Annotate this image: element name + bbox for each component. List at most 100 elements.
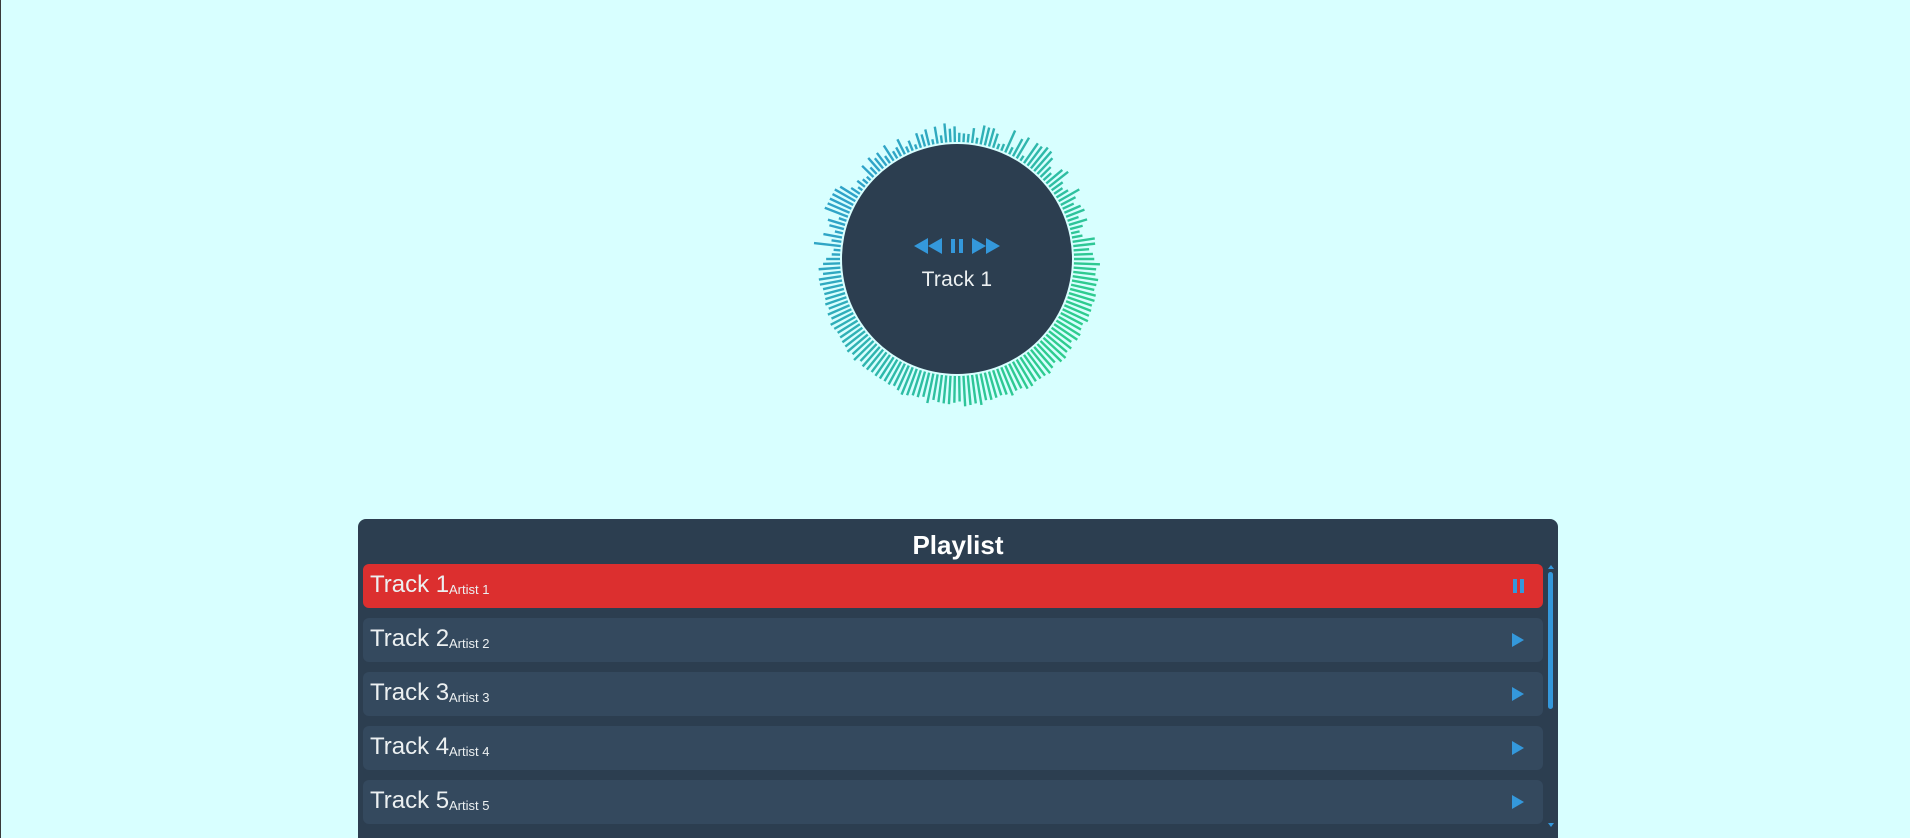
visualizer-bar	[822, 283, 845, 291]
visualizer-bar	[1064, 299, 1092, 313]
scroll-up-arrow-icon[interactable]	[1547, 564, 1555, 570]
track-title: Track 3	[370, 679, 450, 706]
visualizer-bar	[1018, 155, 1025, 163]
visualizer-bar	[995, 367, 1008, 395]
visualizer-bar	[827, 303, 851, 316]
player-disc: Track 1	[842, 144, 1072, 374]
playlist-title: Playlist	[912, 530, 1004, 560]
playlist-track-row[interactable]: Track 4 Artist 4	[363, 726, 1543, 770]
visualizer-bar	[1071, 274, 1099, 282]
pause-icon	[1513, 579, 1524, 593]
visualizer-bar	[1072, 252, 1093, 256]
visualizer-bar	[943, 123, 948, 144]
track-artist: Artist 1	[449, 582, 490, 597]
previous-button[interactable]	[914, 236, 942, 256]
visualizer-bar	[834, 230, 845, 235]
scroll-down-arrow-icon[interactable]	[1547, 822, 1555, 828]
visualizer-bar	[1070, 234, 1083, 239]
visualizer-bar	[1072, 266, 1097, 271]
visualizer-bar	[932, 373, 939, 401]
track-play-button[interactable]	[1510, 685, 1526, 703]
playlist-panel: Playlist Track 1 Artist 1 Track 2 Artist 2 T…	[358, 519, 1558, 838]
fast-forward-icon	[972, 238, 1000, 254]
visualizer-bar	[813, 241, 842, 248]
visualizer-bar	[931, 139, 935, 146]
visualizer-bar	[866, 175, 873, 182]
track-title: Track 1	[370, 571, 450, 598]
visualizer-bar	[905, 367, 919, 396]
visualizer-bar	[857, 186, 864, 192]
visualizer-bar	[948, 128, 952, 144]
track-title: Track 4	[370, 733, 450, 760]
music-player-page: Track 1 Playlist Track 1 Artist 1 Track 2A…	[0, 0, 1910, 838]
visualizer-bar	[999, 143, 1006, 153]
visualizer-bar	[891, 150, 899, 160]
playlist-track-row[interactable]: Track 3 Artist 3	[363, 672, 1543, 716]
visualizer-bar	[827, 202, 851, 215]
visualizer-bar	[1068, 224, 1083, 231]
play-icon	[1512, 795, 1524, 809]
visualizer-bar	[819, 279, 844, 286]
visualizer-bar	[823, 232, 844, 239]
track-play-button[interactable]	[1510, 739, 1526, 757]
pause-icon	[951, 239, 963, 253]
visualizer-bar	[1072, 248, 1090, 252]
visualizer-bar	[830, 307, 853, 320]
visualizer-bar	[1007, 146, 1014, 156]
track-pause-button[interactable]	[1510, 577, 1526, 595]
visualizer-bar	[823, 262, 842, 266]
track-artist: Artist 3	[449, 690, 490, 705]
visualizer-bar	[1072, 242, 1096, 248]
play-pause-button[interactable]	[950, 236, 964, 256]
visualizer-bar	[939, 135, 944, 145]
visualizer-bar	[907, 140, 915, 153]
track-artist: Artist 2	[449, 636, 490, 651]
visualizer-bar	[824, 206, 850, 219]
visualizer-bar	[831, 239, 843, 244]
playlist-track-row[interactable]: Track 5 Artist 5	[363, 780, 1543, 824]
visualizer-bar	[966, 133, 970, 144]
visualizer-bar	[829, 224, 846, 231]
track-artist: Artist 4	[449, 744, 490, 759]
playlist-track-row[interactable]: Track 1 Artist 1	[363, 564, 1543, 608]
track-title: Track 5	[370, 787, 450, 814]
play-icon	[1512, 687, 1524, 701]
visualizer-bar	[913, 143, 919, 151]
track-play-button[interactable]	[1510, 793, 1526, 811]
visualizer-bar	[884, 155, 892, 165]
track-play-button[interactable]	[1510, 631, 1526, 649]
visualizer-bar	[861, 164, 876, 179]
playlist-scrollbar[interactable]	[1547, 564, 1555, 834]
rewind-icon	[914, 238, 942, 254]
visualizer-bar	[1071, 237, 1095, 244]
now-playing-title: Track 1	[921, 268, 993, 291]
visualizer-bar	[979, 125, 986, 146]
playlist-track-row[interactable]: Track 2 Artist 2	[363, 618, 1543, 662]
visualizer-bar	[983, 127, 991, 147]
play-icon	[1512, 633, 1524, 647]
visualizer-bar	[953, 374, 957, 403]
player-controls	[842, 236, 1072, 256]
next-button[interactable]	[972, 236, 1000, 256]
visualizer-bar	[924, 129, 931, 147]
visualizer-bar	[882, 144, 896, 163]
visualizer-bar	[962, 133, 966, 144]
visualizer-bar	[838, 217, 848, 223]
track-list: Track 1 Artist 1 Track 2 Artist 2 Track 3 Art…	[363, 564, 1543, 834]
visualizer-bar	[862, 178, 870, 185]
visualizer-bar	[947, 374, 952, 405]
visualizer-bar	[995, 143, 1001, 151]
visualizer-bar	[904, 146, 911, 154]
visualizer-bar	[818, 274, 843, 281]
visualizer-bar	[1066, 215, 1079, 223]
visualizer-bar	[942, 374, 948, 404]
visualizer-bar	[966, 374, 972, 406]
scrollbar-thumb[interactable]	[1548, 572, 1553, 709]
visualizer-bar	[818, 266, 842, 271]
visualizer-bar	[867, 157, 882, 173]
track-artist: Artist 5	[449, 798, 490, 813]
visualizer-bar	[933, 126, 939, 145]
visualizer-bar	[970, 373, 977, 404]
visualizer-bar	[937, 373, 944, 403]
play-icon	[1512, 741, 1524, 755]
